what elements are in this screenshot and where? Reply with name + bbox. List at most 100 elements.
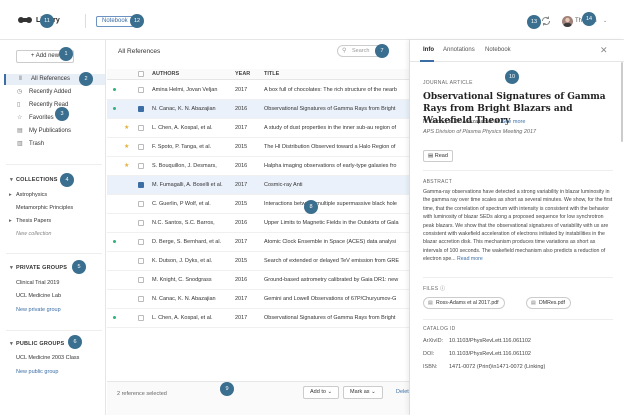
tab-notebook[interactable]: Notebook	[485, 47, 511, 53]
tab-info[interactable]: Info	[423, 47, 434, 53]
table-row[interactable]: M. Fumagalli, A. Boselli et al. 2017 Cosmi…	[107, 176, 409, 195]
cell-year: 2017	[235, 182, 248, 188]
cell-title: Ground-based astrometry calibrated by Ga…	[264, 277, 399, 283]
cell-authors: N. Canac, K. N. Abazajian	[152, 296, 216, 302]
cell-title: Interactions between multiple supermassi…	[264, 201, 397, 207]
row-checkbox[interactable]	[138, 252, 144, 271]
table-row[interactable]: ★ F. Spoto, P. Tanga, et al. 2015 The HI Di…	[107, 138, 409, 157]
close-icon[interactable]: ✕	[600, 45, 608, 56]
table-row[interactable]: L. Chen, A. Kospal, et al. 2017 Observatio…	[107, 309, 409, 328]
collection-item[interactable]: ▸ Thesis Papers	[9, 218, 51, 224]
collection-item[interactable]: ▸ Astrophysics	[9, 192, 47, 198]
row-checkbox[interactable]	[138, 81, 144, 100]
read-button[interactable]: ▤ Read	[423, 150, 453, 162]
row-checkbox[interactable]	[138, 271, 144, 290]
notebook-tab[interactable]: Notebook	[96, 16, 134, 27]
table-row[interactable]: ★ L. Chen, A. Kospal, et al. 2017 A study o…	[107, 119, 409, 138]
sync-icon[interactable]	[540, 15, 552, 27]
cell-authors: L. Chen, A. Kospal, et al.	[152, 125, 213, 131]
group-item[interactable]: UCL Medicine Lab	[16, 293, 61, 299]
favorite-star-icon[interactable]: ★	[124, 157, 130, 176]
table-row[interactable]: ★ S. Bouquillon, J. Desmars, 2016 Halpha im…	[107, 157, 409, 176]
new-private-group-link[interactable]: New private group	[16, 307, 61, 313]
row-checkbox[interactable]	[138, 138, 144, 157]
row-checkbox[interactable]	[138, 195, 144, 214]
trash-icon: ▥	[17, 141, 23, 147]
table-row[interactable]: D. Berge, S. Bernhard, et al. 2017 Atomic …	[107, 233, 409, 252]
chevron-down-icon[interactable]: ⌄	[603, 18, 607, 24]
new-collection-link[interactable]: New collection	[16, 231, 51, 237]
marker-badge: 2	[79, 72, 93, 86]
collection-item[interactable]: Metamorphic Principles	[16, 205, 73, 211]
cell-year: 2015	[235, 258, 248, 264]
sidebar-item-recently-added[interactable]: ◷ Recently Added	[4, 87, 105, 98]
scrollbar[interactable]	[621, 62, 623, 142]
new-public-group-link[interactable]: New public group	[16, 369, 59, 375]
user-avatar[interactable]	[562, 16, 573, 27]
column-header-title[interactable]: TITLE	[264, 69, 409, 80]
marker-badge: 7	[375, 44, 389, 58]
sidebar-item-label: All References	[31, 76, 71, 82]
document-icon: ▤	[17, 128, 23, 134]
unread-dot-icon	[113, 233, 118, 252]
divider	[423, 319, 613, 320]
table-row[interactable]: C. Guerlin, P Wolf, et al. 2015 Interactio…	[107, 195, 409, 214]
tab-annotations[interactable]: Annotations	[443, 47, 475, 53]
table-row[interactable]: M. Knight, C. Snodgrass 2016 Ground-based …	[107, 271, 409, 290]
selection-count: 2 reference selected	[117, 391, 167, 397]
column-header-year[interactable]: YEAR	[235, 69, 257, 80]
chevron-right-icon: ▸	[9, 192, 12, 198]
row-checkbox[interactable]	[138, 100, 144, 119]
see-more-link[interactable]: See more	[502, 119, 526, 125]
select-all-checkbox[interactable]	[138, 69, 144, 80]
selection-footer: 2 reference selected Add to ⌄ Mark as ⌄ …	[107, 381, 412, 415]
sidebar-item-trash[interactable]: ▥ Trash	[4, 139, 105, 150]
active-tab-indicator	[420, 60, 434, 62]
divider	[6, 330, 102, 331]
public-groups-heading[interactable]: ▾ PUBLIC GROUPS	[10, 341, 64, 347]
file-attachment[interactable]: ▤ DMRes.pdf	[526, 297, 571, 309]
cell-year: 2016	[235, 163, 248, 169]
table-row[interactable]: N. Canac, K. N. Abazajian 2016 Observation…	[107, 100, 409, 119]
table-row[interactable]: N. Canac, K. N. Abazajian 2017 Gemini and …	[107, 290, 409, 309]
mark-as-button[interactable]: Mark as ⌄	[343, 386, 383, 399]
add-to-button[interactable]: Add to ⌄	[303, 386, 340, 399]
table-row[interactable]: Amina Helmi, Jovan Veljan 2017 A box full …	[107, 81, 409, 100]
group-item[interactable]: UCL Medicine 2003 Class	[16, 355, 79, 361]
cell-year: 2016	[235, 220, 248, 226]
favorite-star-icon[interactable]: ★	[124, 119, 130, 138]
row-checkbox[interactable]	[138, 157, 144, 176]
favorite-star-icon[interactable]: ★	[124, 138, 130, 157]
read-more-link[interactable]: Read more	[457, 256, 483, 262]
private-groups-heading[interactable]: ▾ PRIVATE GROUPS	[10, 265, 67, 271]
table-row[interactable]: K. Dutson, J. Dyks, et al. 2015 Search of …	[107, 252, 409, 271]
sidebar-item-my-publications[interactable]: ▤ My Publications	[4, 126, 105, 137]
row-checkbox[interactable]	[138, 290, 144, 309]
collections-heading[interactable]: ▾ COLLECTIONS	[10, 177, 58, 183]
sidebar-item-label: Recently Added	[29, 89, 72, 95]
cell-title: A study of dust properties in the inner …	[264, 125, 397, 131]
chevron-right-icon: ▸	[9, 218, 12, 224]
file-attachment[interactable]: ▤ Ross-Adams et al 2017.pdf	[423, 297, 505, 309]
cell-title: Atomic Clock Ensemble in Space (ACES) da…	[264, 239, 397, 245]
cell-authors: L. Chen, A. Kospal, et al.	[152, 315, 213, 321]
row-checkbox[interactable]	[138, 176, 144, 195]
column-header-authors[interactable]: AUTHORS	[152, 69, 234, 80]
cell-title: Cosmic-ray Anti	[264, 182, 303, 188]
group-item[interactable]: Clinical Trial 2019	[16, 280, 59, 286]
details-tabs: Info Annotations Notebook ✕	[410, 40, 624, 62]
sidebar-item-recently-read[interactable]: ▯ Recently Read	[4, 100, 105, 111]
files-heading: FILES ⓘ	[423, 286, 446, 292]
row-checkbox[interactable]	[138, 119, 144, 138]
pdf-file-icon: ▤	[428, 300, 433, 306]
cell-title: Halpha imaging observations of early-typ…	[264, 163, 397, 169]
table-row[interactable]: N.C. Santos, S.C. Barros, 2016 Upper Limit…	[107, 214, 409, 233]
sidebar-item-label: Favorites	[29, 115, 54, 121]
cell-authors: N. Canac, K. N. Abazajian	[152, 106, 216, 112]
unread-dot-icon	[113, 309, 118, 328]
row-checkbox[interactable]	[138, 233, 144, 252]
row-checkbox[interactable]	[138, 309, 144, 328]
row-checkbox[interactable]	[138, 214, 144, 233]
cell-authors: N.C. Santos, S.C. Barros,	[152, 220, 215, 226]
chevron-down-icon: ▾	[10, 341, 13, 347]
